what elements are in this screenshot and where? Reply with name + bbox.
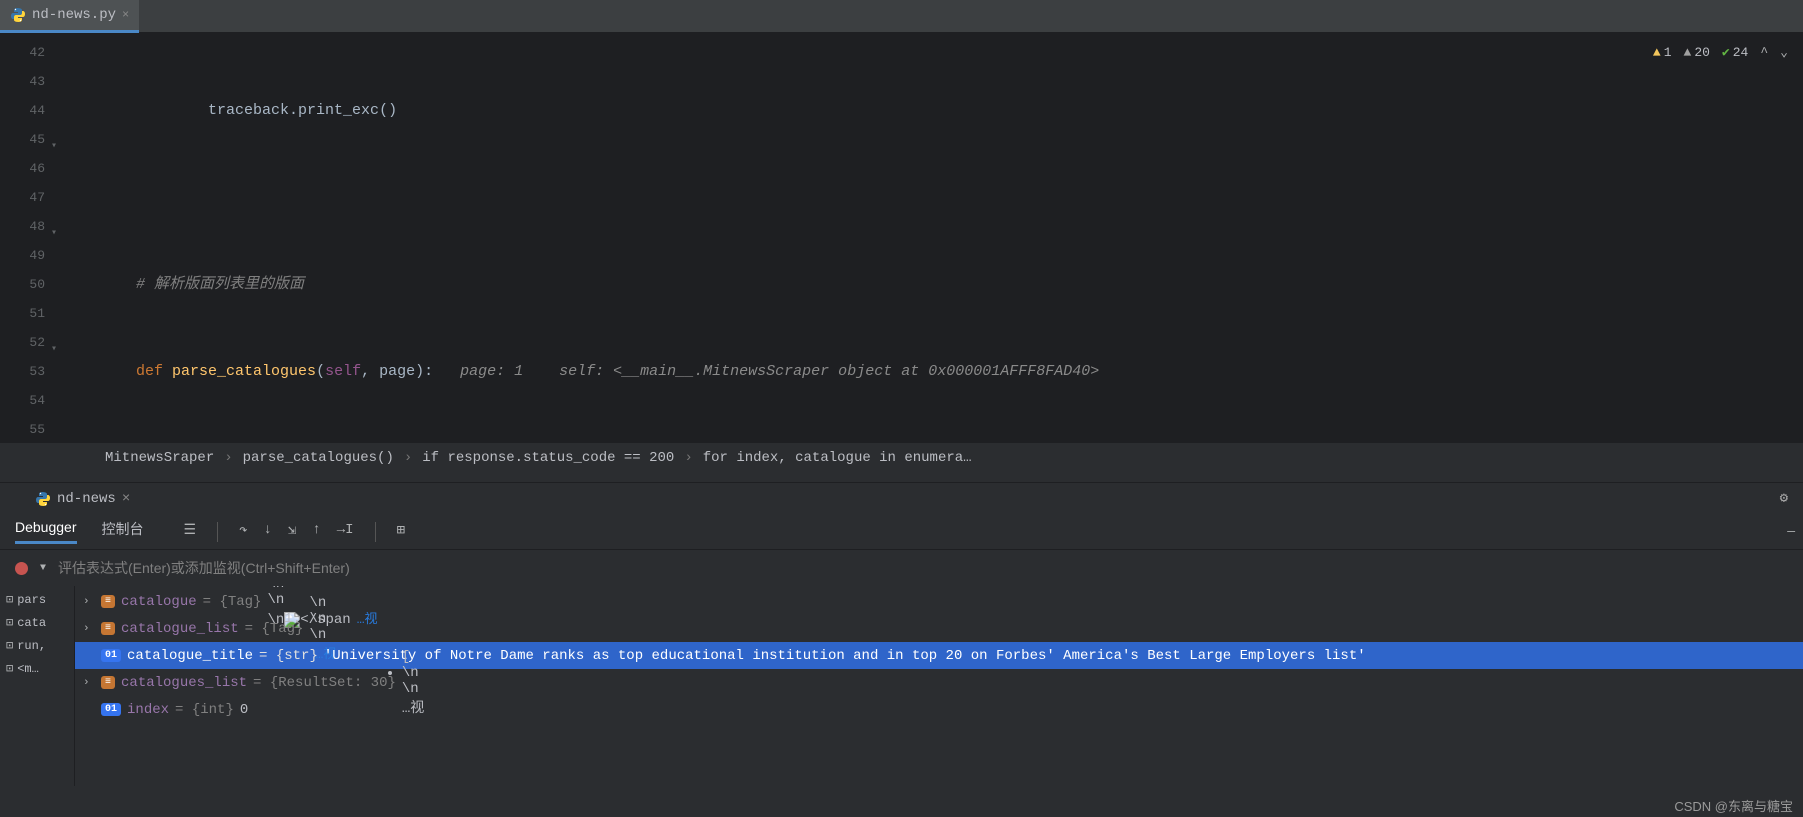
code-line[interactable]: # 解析版面列表里的版面	[60, 270, 1803, 299]
type-badge-icon: 01	[101, 649, 121, 662]
evaluate-icon[interactable]: ⊞	[397, 522, 405, 542]
run-tab-bar: nd-news × ⚙	[0, 482, 1803, 514]
step-into-my-icon[interactable]: ⇲	[288, 522, 296, 542]
step-over-icon[interactable]: ↷	[239, 522, 247, 542]
step-out-icon[interactable]: ↑	[312, 522, 320, 542]
layout-icon[interactable]: ☰	[184, 522, 197, 542]
fold-icon[interactable]: ▾	[51, 132, 57, 161]
breadcrumb-item[interactable]: MitnewsSraper	[105, 450, 214, 466]
evaluate-bar: ▼ 评估表达式(Enter)或添加监视(Ctrl+Shift+Enter)	[0, 550, 1803, 586]
editor-tab-bar: nd-news.py ×	[0, 0, 1803, 33]
debugger-tab-row: Debugger 控制台 ☰ ↷ ↓ ⇲ ↑ →I ⊞ —	[0, 514, 1803, 550]
python-icon	[35, 491, 51, 507]
frame-item[interactable]: ⊡<m…	[0, 657, 74, 680]
tab-filename: nd-news.py	[32, 7, 116, 23]
watermark: CSDN @东离与糖宝	[1674, 796, 1793, 815]
variable-row[interactable]: ›≡catalogue_list = {Tag} \n\n\n…视	[75, 615, 1803, 642]
frame-item[interactable]: ⊡pars	[0, 588, 74, 611]
gear-icon[interactable]: ⚙	[1780, 490, 1788, 507]
stack-icon: ⊡	[6, 615, 13, 630]
type-badge-icon: ≡	[101, 622, 115, 635]
minimize-icon[interactable]: —	[1787, 524, 1795, 539]
view-link[interactable]: …视	[357, 612, 378, 627]
frame-item[interactable]: ⊡run,	[0, 634, 74, 657]
breakpoint-indicator-icon[interactable]	[15, 562, 28, 575]
fold-icon[interactable]: ▾	[51, 335, 57, 364]
code-line[interactable]	[60, 183, 1803, 212]
run-config-tab[interactable]: nd-news ×	[35, 491, 130, 507]
close-icon[interactable]: ×	[122, 8, 129, 22]
evaluate-input[interactable]: 评估表达式(Enter)或添加监视(Ctrl+Shift+Enter)	[58, 558, 350, 578]
code-editor[interactable]: ▲1 ▲20 ✔24 ^ ⌄ 42 43 44 45▾ 46 47 48▾ 49…	[0, 33, 1803, 443]
code-line[interactable]: def parse_catalogues(self, page): page: …	[60, 357, 1803, 386]
variable-row[interactable]: 01index = {int} 0	[75, 696, 1803, 723]
variables-area: ⊡pars ⊡cata ⊡run, ⊡<m… ›≡catalogue = {Ta…	[0, 586, 1803, 786]
expand-icon[interactable]: ›	[83, 596, 95, 608]
dropdown-icon[interactable]: ▼	[40, 563, 46, 574]
type-badge-icon: 01	[101, 703, 121, 716]
line-gutter[interactable]: 42 43 44 45▾ 46 47 48▾ 49 50 51 52▾ 53 5…	[0, 33, 60, 443]
fold-icon[interactable]: ▾	[51, 219, 57, 248]
breadcrumb-item[interactable]: if response.status_code == 200	[422, 450, 674, 466]
python-icon	[10, 7, 26, 23]
frames-panel[interactable]: ⊡pars ⊡cata ⊡run, ⊡<m…	[0, 586, 75, 786]
step-into-icon[interactable]: ↓	[264, 522, 272, 542]
breadcrumb[interactable]: MitnewsSraper› parse_catalogues()› if re…	[0, 443, 1803, 473]
type-badge-icon: ≡	[101, 595, 115, 608]
frame-item[interactable]: ⊡cata	[0, 611, 74, 634]
view-link[interactable]: …视	[402, 697, 424, 717]
stack-icon: ⊡	[6, 592, 13, 607]
tab-console[interactable]: 控制台	[102, 519, 144, 545]
type-badge-icon: ≡	[101, 676, 115, 689]
breadcrumb-item[interactable]: parse_catalogues()	[243, 450, 394, 466]
close-icon[interactable]: ×	[122, 491, 130, 507]
stack-icon: ⊡	[6, 638, 13, 653]
debug-panel: nd-news × ⚙ Debugger 控制台 ☰ ↷ ↓ ⇲ ↑ →I ⊞ …	[0, 482, 1803, 817]
expand-icon[interactable]: ›	[83, 677, 95, 689]
expand-icon[interactable]: ›	[83, 623, 95, 635]
file-tab[interactable]: nd-news.py ×	[0, 0, 139, 33]
variable-row[interactable]: ›≡catalogues_list = {ResultSet: 30} [\n\…	[75, 669, 1803, 696]
stack-icon: ⊡	[6, 661, 13, 676]
tab-debugger[interactable]: Debugger	[15, 519, 77, 544]
code-line[interactable]: traceback.print_exc()	[60, 96, 1803, 125]
code-area[interactable]: traceback.print_exc() # 解析版面列表里的版面 def p…	[60, 33, 1803, 443]
run-to-cursor-icon[interactable]: →I	[337, 522, 354, 542]
variables-tree[interactable]: ›≡catalogue = {Tag} \n\n\n…视›≡catalogue_…	[75, 586, 1803, 786]
breadcrumb-item[interactable]: for index, catalogue in enumera…	[703, 450, 972, 466]
